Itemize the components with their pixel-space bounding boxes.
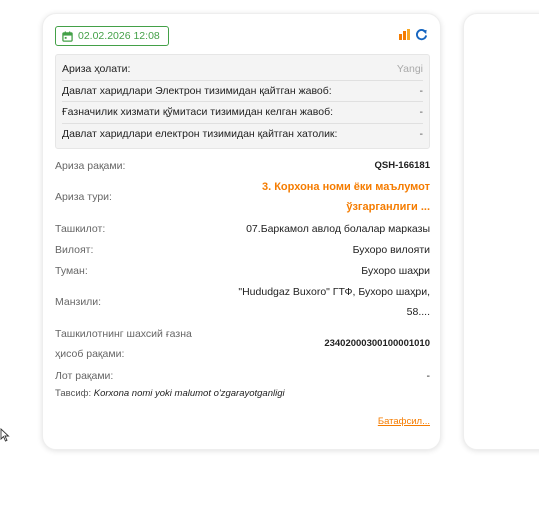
status-box: Ариза ҳолати: Yangi Давлат харидлари Эле… <box>55 54 430 149</box>
region-value: Бухоро вилояти <box>352 243 430 256</box>
address-line1: "Hududgaz Buxoro" ГТФ, Бухоро шаҳри, <box>238 286 430 298</box>
detail-label: Ариза рақами: <box>55 160 126 172</box>
account-label-line2: ҳисоб рақами: <box>55 348 125 360</box>
mouse-pointer-icon <box>0 428 10 442</box>
application-card: 02.02.2026 12:08 Ариза ҳолати: Yangi Дав… <box>42 13 441 450</box>
description: Тавсиф: Korxona nomi yoki malumot o'zgar… <box>55 388 430 399</box>
application-type-line1: 3. Корхона номи ёки маълумот <box>261 181 430 193</box>
status-row-value: - <box>419 106 424 119</box>
address-line2: 58.... <box>406 306 430 318</box>
district-value: Бухоро шаҳри <box>361 264 430 277</box>
detail-label: Вилоят: <box>55 243 94 256</box>
description-text: Korxona nomi yoki malumot o'zgarayotganl… <box>93 388 285 399</box>
refresh-icon[interactable] <box>415 28 428 41</box>
date-text: 02.02.2026 12:08 <box>78 30 160 42</box>
calendar-icon <box>62 30 73 42</box>
status-row: Давлат харидлари Электрон тизимидан қайт… <box>62 81 424 102</box>
detail-row-application-number: Ариза рақами: QSH-166181 <box>55 156 430 176</box>
detail-label: Манзили: <box>55 296 102 308</box>
status-row-label: Давлат харидлари електрон тизимидан қайт… <box>62 128 338 141</box>
page: 02.02.2026 12:08 Ариза ҳолати: Yangi Дав… <box>0 0 539 512</box>
status-row: Ариза ҳолати: Yangi <box>62 59 423 81</box>
detail-label: Туман: <box>55 264 88 277</box>
status-row-label: Давлат харидлари Электрон тизимидан қайт… <box>62 84 332 97</box>
application-number: QSH-166181 <box>374 160 430 171</box>
more-details-link[interactable]: Батафсил... <box>378 416 430 427</box>
signal-bars-icon[interactable] <box>399 29 411 40</box>
application-type-line2: ўзгарганлиги ... <box>346 201 430 213</box>
organization-value: 07.Баркамол авлод болалар марказы <box>246 222 430 235</box>
details-list: Ариза рақами: QSH-166181 Ариза тури: 3. … <box>55 156 430 399</box>
date-badge: 02.02.2026 12:08 <box>55 26 169 46</box>
address-value: "Hududgaz Buxoro" ГТФ, Бухоро шаҳри, 58.… <box>238 282 430 322</box>
detail-row-district: Туман: Бухоро шаҳри <box>55 260 430 281</box>
detail-row-address: Манзили: "Hududgaz Buxoro" ГТФ, Бухоро ш… <box>55 281 430 323</box>
status-row: Давлат харидлари електрон тизимидан қайт… <box>62 124 423 146</box>
status-row-label: Ғазначилик хизмати қўмитаси тизимидан ке… <box>62 106 334 119</box>
lot-value: - <box>426 369 431 382</box>
detail-label: Лот рақами: <box>55 369 114 382</box>
detail-row-application-type: Ариза тури: 3. Корхона номи ёки маълумот… <box>55 176 430 218</box>
status-value: Yangi <box>396 63 423 76</box>
status-row: Ғазначилик хизмати қўмитаси тизимидан ке… <box>62 102 423 124</box>
status-row-value: - <box>419 84 424 97</box>
status-row-label: Ариза ҳолати: <box>62 63 131 76</box>
account-label: Ташкилотнинг шахсий ғазна ҳисоб рақами: <box>55 324 192 364</box>
next-card <box>463 13 539 450</box>
application-type: 3. Корхона номи ёки маълумот ўзгарганлиг… <box>262 177 430 217</box>
detail-label: Ариза тури: <box>55 191 112 203</box>
card-actions <box>399 28 428 41</box>
status-row-value: - <box>419 128 424 141</box>
detail-row-lot: Лот рақами: - <box>55 365 430 386</box>
detail-row-region: Вилоят: Бухоро вилояти <box>55 239 430 260</box>
account-number: 23402000300100001010 <box>324 338 430 349</box>
detail-row-account: Ташкилотнинг шахсий ғазна ҳисоб рақами: … <box>55 323 430 365</box>
description-label: Тавсиф: <box>55 388 92 399</box>
account-label-line1: Ташкилотнинг шахсий ғазна <box>55 328 192 340</box>
detail-row-organization: Ташкилот: 07.Баркамол авлод болалар марк… <box>55 218 430 239</box>
detail-label: Ташкилот: <box>55 222 106 235</box>
